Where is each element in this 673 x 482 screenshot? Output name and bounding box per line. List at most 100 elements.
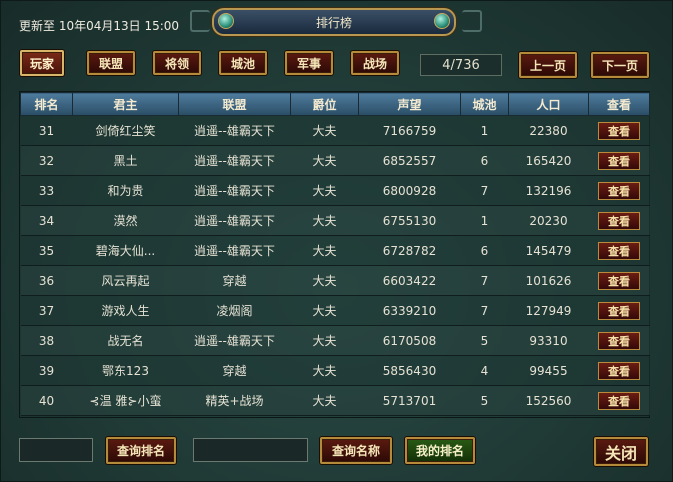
cell-title: 大夫: [290, 265, 359, 296]
update-timestamp: 更新至 10年04月13日 15:00: [19, 19, 180, 33]
cell-cities: 5: [460, 325, 509, 356]
cell-rank: 39: [20, 355, 73, 386]
gem-icon: [434, 13, 450, 29]
tab-alliance[interactable]: 联盟: [87, 51, 135, 75]
table-row: 39 鄂东123 穿越 大夫 5856430 4 99455 查看: [20, 355, 650, 386]
table-row: 32 黑土 逍遥--雄霸天下 大夫 6852557 6 165420 查看: [20, 145, 650, 176]
table-row: 33 和为贵 逍遥--雄霸天下 大夫 6800928 7 132196 查看: [20, 175, 650, 206]
cell-rank: 34: [20, 205, 73, 236]
view-button[interactable]: 查看: [598, 361, 640, 380]
cell-lord: ⊰温 雅⊱小蛮: [72, 385, 179, 416]
cell-prestige: 6170508: [358, 325, 461, 356]
cell-title: 大夫: [290, 145, 359, 176]
cell-title: 大夫: [290, 385, 359, 416]
cell-population: 145479: [508, 235, 589, 266]
view-button[interactable]: 查看: [598, 241, 640, 260]
view-button[interactable]: 查看: [598, 121, 640, 140]
cell-title: 大夫: [290, 355, 359, 386]
column-header-rank: 排名: [20, 92, 73, 116]
cell-title: 大夫: [290, 235, 359, 266]
cell-rank: 31: [20, 115, 73, 146]
next-page-button[interactable]: 下一页: [591, 52, 649, 78]
cell-alliance: 逍遥--雄霸天下: [178, 325, 291, 356]
cell-prestige: 6339210: [358, 295, 461, 326]
column-header-alliance: 联盟: [178, 92, 291, 116]
cell-alliance: 穿越: [178, 355, 291, 386]
cell-cities: 4: [460, 355, 509, 386]
window-title: 排行榜: [315, 16, 352, 30]
prev-page-button[interactable]: 上一页: [519, 52, 577, 78]
cell-cities: 6: [460, 145, 509, 176]
rank-query-input[interactable]: [19, 438, 93, 462]
cell-cities: 5: [460, 385, 509, 416]
cell-rank: 40: [20, 385, 73, 416]
cell-alliance: 穿越: [178, 265, 291, 296]
query-name-button[interactable]: 查询名称: [320, 437, 392, 464]
cell-alliance: 凌烟阁: [178, 295, 291, 326]
cell-rank: 37: [20, 295, 73, 326]
cell-view: 查看: [588, 295, 650, 326]
cell-alliance: 逍遥--雄霸天下: [178, 115, 291, 146]
cell-lord: 战无名: [72, 325, 179, 356]
tab-city[interactable]: 城池: [219, 51, 267, 75]
cell-cities: 7: [460, 295, 509, 326]
view-button[interactable]: 查看: [598, 271, 640, 290]
cell-population: 152560: [508, 385, 589, 416]
cell-view: 查看: [588, 355, 650, 386]
cell-prestige: 6755130: [358, 205, 461, 236]
cell-title: 大夫: [290, 205, 359, 236]
cell-prestige: 7166759: [358, 115, 461, 146]
column-header-population: 人口: [508, 92, 589, 116]
cell-prestige: 5713701: [358, 385, 461, 416]
cell-title: 大夫: [290, 175, 359, 206]
cell-lord: 碧海大仙...: [72, 235, 179, 266]
cell-prestige: 6852557: [358, 145, 461, 176]
cell-prestige: 6603422: [358, 265, 461, 296]
view-button[interactable]: 查看: [598, 331, 640, 350]
tab-general[interactable]: 将领: [153, 51, 201, 75]
view-button[interactable]: 查看: [598, 151, 640, 170]
view-button[interactable]: 查看: [598, 181, 640, 200]
my-rank-button[interactable]: 我的排名: [405, 437, 475, 464]
cell-view: 查看: [588, 235, 650, 266]
query-rank-button[interactable]: 查询排名: [106, 437, 176, 464]
title-ornament-left: [190, 10, 210, 32]
title-ornament-right: [462, 10, 482, 32]
name-query-input[interactable]: [193, 438, 308, 462]
cell-prestige: 5856430: [358, 355, 461, 386]
tab-battlefield[interactable]: 战场: [351, 51, 399, 75]
title-bar: 排行榜: [212, 8, 456, 36]
column-header-lord: 君主: [72, 92, 179, 116]
cell-alliance: 逍遥--雄霸天下: [178, 145, 291, 176]
table-row: 37 游戏人生 凌烟阁 大夫 6339210 7 127949 查看: [20, 295, 650, 326]
cell-lord: 游戏人生: [72, 295, 179, 326]
cell-cities: 1: [460, 115, 509, 146]
cell-lord: 剑倚红尘笑: [72, 115, 179, 146]
cell-view: 查看: [588, 265, 650, 296]
close-button[interactable]: 关闭: [594, 437, 648, 466]
cell-view: 查看: [588, 385, 650, 416]
cell-view: 查看: [588, 115, 650, 146]
tab-player[interactable]: 玩家: [20, 50, 64, 76]
view-button[interactable]: 查看: [598, 301, 640, 320]
view-button[interactable]: 查看: [598, 391, 640, 410]
view-button[interactable]: 查看: [598, 211, 640, 230]
tab-military[interactable]: 军事: [285, 51, 333, 75]
cell-alliance: 逍遥--雄霸天下: [178, 235, 291, 266]
cell-alliance: 逍遥--雄霸天下: [178, 175, 291, 206]
cell-rank: 33: [20, 175, 73, 206]
cell-view: 查看: [588, 325, 650, 356]
cell-prestige: 6728782: [358, 235, 461, 266]
cell-prestige: 6800928: [358, 175, 461, 206]
cell-title: 大夫: [290, 325, 359, 356]
column-header-title: 爵位: [290, 92, 359, 116]
page-indicator: 4/736: [420, 54, 502, 76]
column-header-view: 查看: [588, 92, 650, 116]
table-header-row: 排名 君主 联盟 爵位 声望 城池 人口 查看: [20, 92, 650, 116]
cell-alliance: 逍遥--雄霸天下: [178, 205, 291, 236]
cell-lord: 和为贵: [72, 175, 179, 206]
cell-population: 99455: [508, 355, 589, 386]
table-row: 40 ⊰温 雅⊱小蛮 精英+战场 大夫 5713701 5 152560 查看: [20, 385, 650, 416]
table-row: 31 剑倚红尘笑 逍遥--雄霸天下 大夫 7166759 1 22380 查看: [20, 115, 650, 146]
cell-cities: 7: [460, 265, 509, 296]
